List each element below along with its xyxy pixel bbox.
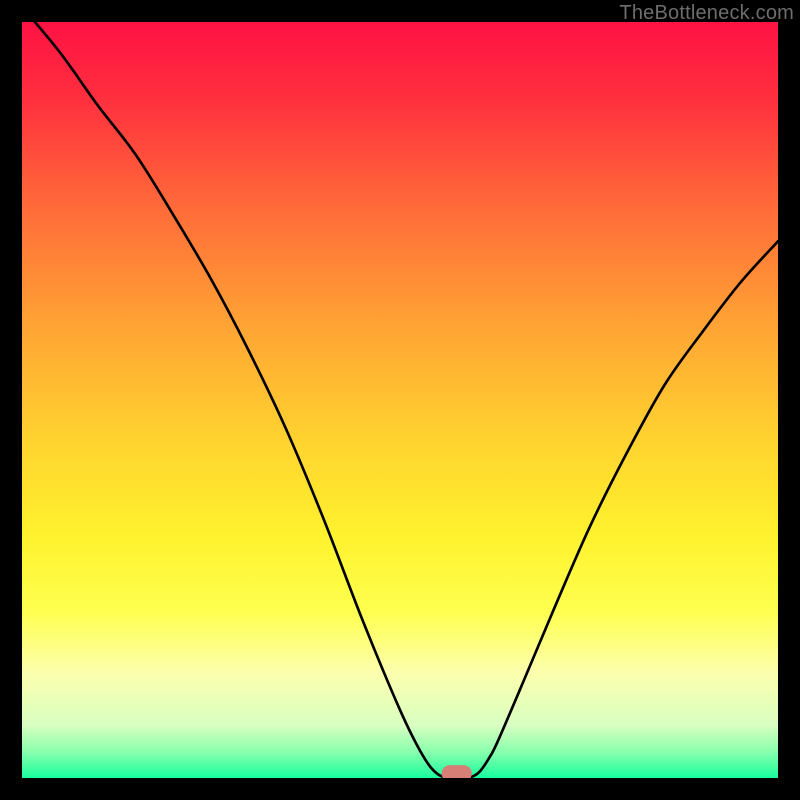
watermark-text: TheBottleneck.com: [619, 2, 794, 25]
bottleneck-chart-svg: [22, 22, 778, 778]
gradient-background: [22, 22, 778, 778]
bottleneck-marker: [442, 765, 472, 778]
chart-frame: TheBottleneck.com: [0, 0, 800, 800]
plot-area: [22, 22, 778, 778]
